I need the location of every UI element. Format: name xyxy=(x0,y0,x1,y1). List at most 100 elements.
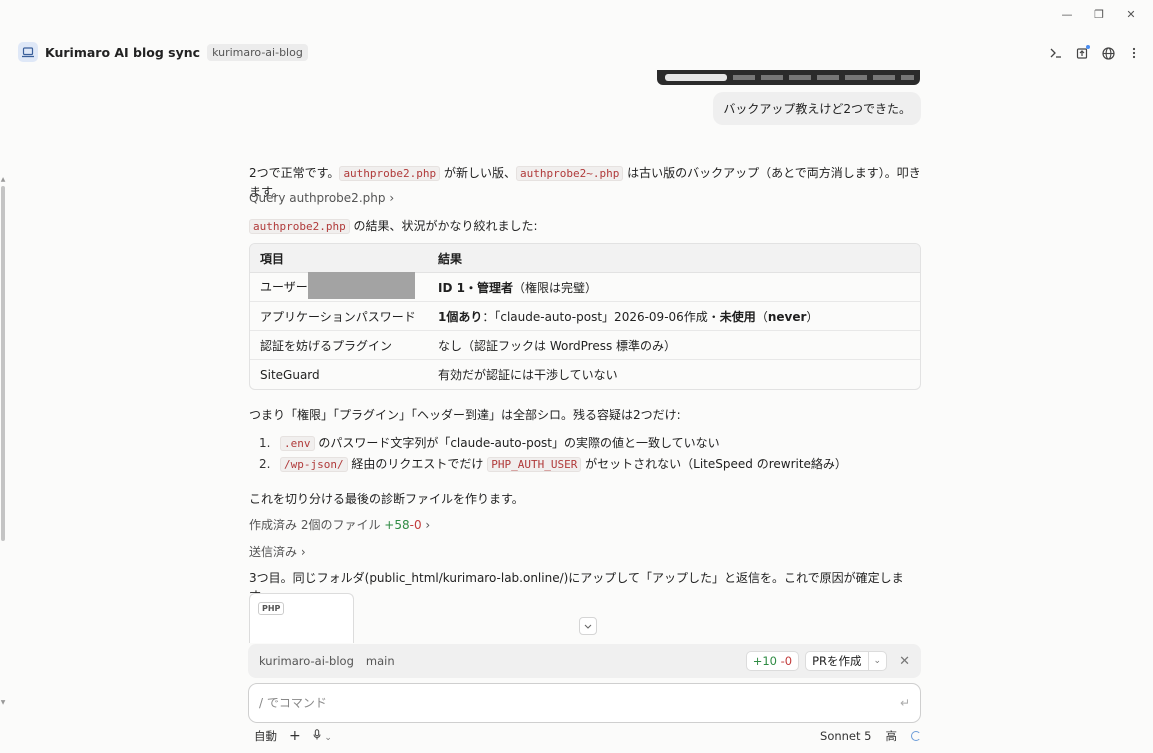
assistant-paragraph: つまり「権限」「プラグイン」「ヘッダー到達」は全部シロ。残る容疑は2つだけ: xyxy=(249,408,681,422)
table-cell: アプリケーションパスワード xyxy=(250,302,428,331)
cell-text: ユーザー xyxy=(260,279,308,294)
cell-bold: never xyxy=(767,309,807,324)
mode-selector[interactable]: 自動 xyxy=(254,728,277,744)
chevron-right-icon: › xyxy=(300,545,306,559)
files-created-link[interactable]: 作成済み 2個のファイル +58-0 › xyxy=(249,516,921,533)
table-cell: 1個あり：「claude-auto-post」2026-09-06作成・未使用（… xyxy=(428,302,920,331)
lines-added: +10 xyxy=(752,654,777,668)
scrollbar[interactable]: ▲ ▼ xyxy=(0,176,6,706)
table-cell: なし（認証フックは WordPress 標準のみ） xyxy=(428,331,920,360)
assistant-paragraph: authprobe2.php の結果、状況がかなり絞れました: xyxy=(249,217,921,236)
list-number: 1. xyxy=(259,436,271,450)
scroll-to-bottom-button[interactable] xyxy=(579,617,597,635)
diff-stats[interactable]: +10 -0 xyxy=(745,651,800,671)
scroll-up-arrow-icon[interactable]: ▲ xyxy=(0,176,6,183)
table-cell: 認証を妨げるプラグイン xyxy=(250,331,428,360)
cell-bold: 1個あり xyxy=(438,309,483,324)
inline-code: /wp-json/ xyxy=(280,457,348,472)
session-header: Kurimaro AI blog sync kurimaro-ai-blog xyxy=(18,42,308,62)
create-pr-button[interactable]: PRを作成 ⌄ xyxy=(805,651,888,671)
chevron-down-icon: ⌄ xyxy=(324,733,332,743)
thumb-taskbar xyxy=(733,75,914,80)
text: の結果、状況がかなり絞れました: xyxy=(349,219,538,233)
enter-icon[interactable]: ↵ xyxy=(900,696,910,710)
text: が新しい版、 xyxy=(440,166,516,180)
loading-spinner-icon xyxy=(911,731,921,741)
lines-added: +58 xyxy=(384,518,410,532)
branch-repo[interactable]: kurimaro-ai-blog xyxy=(259,654,354,668)
chevron-down-icon[interactable]: ⌄ xyxy=(867,652,887,670)
branch-name[interactable]: main xyxy=(366,654,395,668)
inline-code: .env xyxy=(280,436,315,451)
window-controls: — ❐ ✕ xyxy=(1051,4,1147,24)
table-cell: ユーザー xyxy=(250,271,428,302)
results-table: 項目 結果 ユーザー ID 1・管理者（権限は完璧） アプリケーションパスワード… xyxy=(249,243,921,390)
list-item: 2. /wp-json/ 経由のリクエストでだけ PHP_AUTH_USER がセ… xyxy=(259,454,847,475)
globe-icon[interactable] xyxy=(1099,44,1117,62)
cell-text: （権限は完璧） xyxy=(512,280,597,295)
table-cell: ID 1・管理者（権限は完璧） xyxy=(428,273,920,302)
attached-screenshot[interactable] xyxy=(657,70,920,85)
chevron-right-icon: › xyxy=(425,518,431,532)
session-title[interactable]: Kurimaro AI blog sync xyxy=(45,45,200,60)
text: がセットされない（LiteSpeed のrewrite絡み） xyxy=(581,457,847,471)
prompt-input-box: ↵ xyxy=(248,683,921,723)
top-toolbar xyxy=(1047,44,1143,62)
more-menu-icon[interactable] xyxy=(1125,44,1143,62)
table-row: 認証を妨げるプラグイン なし（認証フックは WordPress 標準のみ） xyxy=(250,331,920,360)
cell-bold: 未使用 xyxy=(719,309,756,324)
table-row: ユーザー ID 1・管理者（権限は完璧） xyxy=(250,271,920,302)
table-header: 項目 xyxy=(250,244,428,273)
sent-link[interactable]: 送信済み › xyxy=(249,543,921,560)
table-header-row: 項目 結果 xyxy=(250,244,920,273)
bottom-toolbar: 自動 + ⌄ Sonnet 5 高 xyxy=(254,728,921,744)
table-row: SiteGuard 有効だが認証には干渉していない xyxy=(250,360,920,389)
microphone-icon[interactable]: ⌄ xyxy=(313,729,332,743)
add-icon[interactable]: + xyxy=(289,728,301,744)
table-cell: SiteGuard xyxy=(260,367,320,382)
table-row: アプリケーションパスワード 1個あり：「claude-auto-post」202… xyxy=(250,302,920,331)
minimize-button[interactable]: — xyxy=(1051,4,1083,24)
inline-code: authprobe2.php xyxy=(339,166,441,181)
inline-code: authprobe2~.php xyxy=(515,166,624,181)
restore-button[interactable]: ❐ xyxy=(1083,4,1115,24)
inline-code: PHP_AUTH_USER xyxy=(487,457,582,472)
cell-bold: ID 1・管理者 xyxy=(438,280,513,295)
scroll-thumb[interactable] xyxy=(1,186,5,541)
notification-dot xyxy=(1086,45,1090,49)
inline-code: authprobe2.php xyxy=(249,219,350,234)
cell-text: （ xyxy=(755,309,768,324)
laptop-icon xyxy=(18,42,38,62)
create-pr-label: PRを作成 xyxy=(812,654,862,668)
prompt-input[interactable] xyxy=(259,696,900,710)
table-header: 結果 xyxy=(428,244,920,273)
query-tool-link[interactable]: Query authprobe2.php › xyxy=(249,191,921,205)
share-icon[interactable] xyxy=(1073,44,1091,62)
lines-removed: -0 xyxy=(409,518,422,532)
table-cell: 有効だが認証には干渉していない xyxy=(438,368,618,382)
terminal-icon[interactable] xyxy=(1047,44,1065,62)
close-icon[interactable]: ✕ xyxy=(899,654,910,669)
model-selector[interactable]: Sonnet 5 xyxy=(820,729,871,743)
chevron-right-icon: › xyxy=(389,191,395,205)
redacted-block xyxy=(307,271,415,299)
sent-label: 送信済み xyxy=(249,545,298,559)
assistant-paragraph: これを切り分ける最後の診断ファイルを作ります。 xyxy=(249,492,524,506)
list-item: 1. .env のパスワード文字列が「claude-auto-post」の実際の値… xyxy=(259,433,847,454)
chevron-down-icon xyxy=(584,624,592,629)
model-controls: Sonnet 5 高 xyxy=(820,728,921,744)
user-message-bubble: バックアップ教えけど2つできた。 xyxy=(713,92,921,125)
text: 経由のリクエストでだけ xyxy=(347,457,488,471)
suspect-list: 1. .env のパスワード文字列が「claude-auto-post」の実際の値… xyxy=(259,433,847,475)
branch-bar: kurimaro-ai-blog main +10 -0 PRを作成 ⌄ ✕ xyxy=(248,644,921,678)
scroll-down-arrow-icon[interactable]: ▼ xyxy=(0,699,6,706)
close-window-button[interactable]: ✕ xyxy=(1115,4,1147,24)
lines-removed: -0 xyxy=(780,654,793,668)
effort-selector[interactable]: 高 xyxy=(886,728,898,744)
php-file-badge: PHP xyxy=(258,602,285,615)
files-created-label: 作成済み 2個のファイル xyxy=(249,518,381,532)
repo-badge[interactable]: kurimaro-ai-blog xyxy=(207,43,308,61)
file-attachment-card[interactable]: PHP xyxy=(249,593,354,643)
list-number: 2. xyxy=(259,457,271,471)
text: 2つで正常です。 xyxy=(249,166,340,180)
